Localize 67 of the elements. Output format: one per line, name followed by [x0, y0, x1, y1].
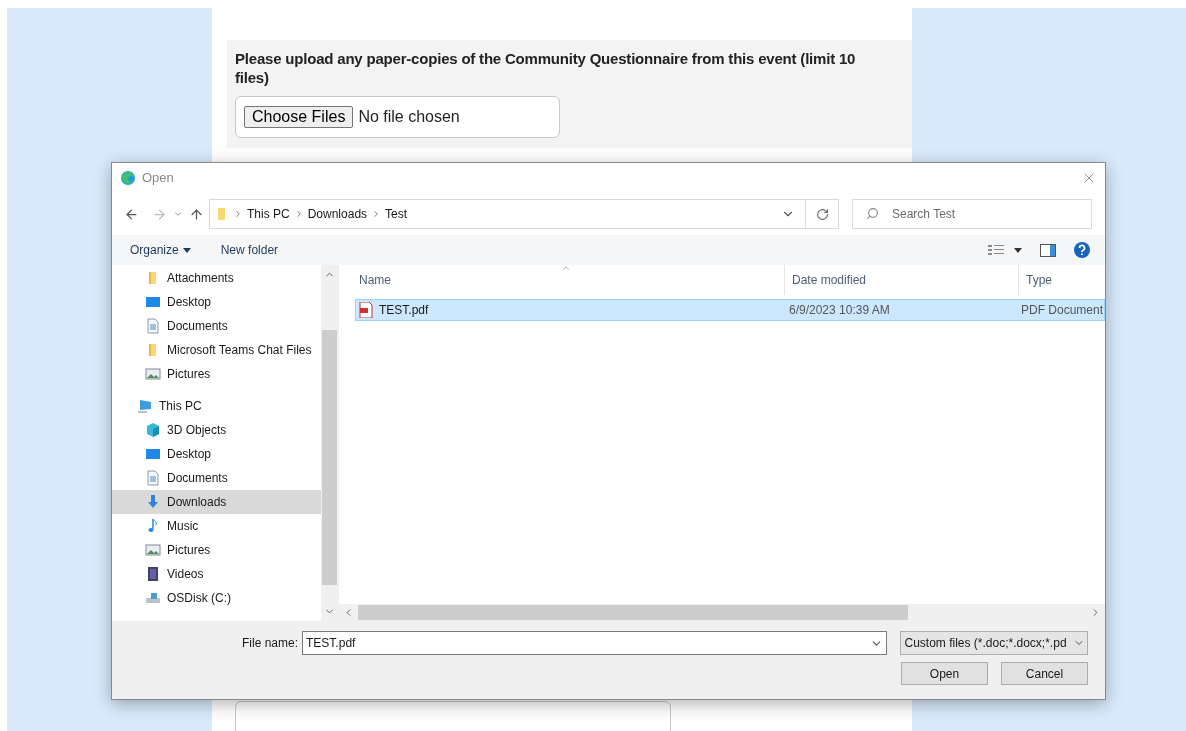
choose-files-button[interactable]: Choose Files [244, 106, 354, 128]
file-name: TEST.pdf [379, 302, 429, 319]
breadcrumb[interactable]: This PC [247, 205, 290, 223]
file-row[interactable]: TEST.pdf 6/9/2023 10:39 AM PDF Document [355, 299, 1105, 321]
question-label: Please upload any paper-copies of the Community Questionnaire from this event (limit 10 files) [235, 49, 857, 87]
file-input[interactable]: Choose Files No file chosen [235, 96, 560, 138]
preview-pane-icon[interactable] [1040, 243, 1056, 257]
help-icon[interactable] [1074, 242, 1090, 258]
text-area[interactable] [235, 701, 671, 731]
organize-menu[interactable]: Organize [130, 241, 191, 259]
picture-icon [145, 542, 161, 558]
refresh-icon[interactable] [815, 207, 829, 221]
nav-item[interactable]: Documents [112, 466, 321, 490]
file-status: No file chosen [358, 107, 460, 127]
nav-item[interactable]: 3D Objects [112, 418, 321, 442]
scrollbar-thumb[interactable] [358, 605, 908, 620]
download-arrow-icon [145, 494, 161, 510]
browser-logo-icon [120, 170, 136, 186]
file-name-label: File name: [242, 635, 299, 652]
desktop-icon [145, 446, 161, 462]
view-options-icon[interactable] [988, 244, 1022, 256]
nav-item[interactable]: Documents [112, 314, 321, 338]
column-header[interactable]: Name [339, 265, 785, 295]
picture-icon [145, 366, 161, 382]
search-icon [866, 207, 879, 220]
recent-locations-icon[interactable] [173, 209, 183, 219]
nav-item[interactable]: Downloads [112, 490, 321, 514]
document-icon [145, 470, 161, 486]
cube-icon [145, 422, 161, 438]
breadcrumb[interactable]: Downloads [307, 205, 368, 223]
file-type: PDF Document [1021, 302, 1104, 319]
forward-icon[interactable] [152, 206, 167, 222]
computer-icon [137, 398, 153, 414]
nav-item[interactable]: Desktop [112, 442, 321, 466]
cancel-button[interactable]: Cancel [1001, 662, 1088, 685]
nav-item[interactable]: Desktop [112, 290, 321, 314]
caret-icon [182, 247, 191, 253]
scrollbar-thumb[interactable] [322, 330, 337, 585]
file-type-dropdown[interactable]: Custom files (*.doc;*.docx;*.pd [900, 631, 1088, 655]
up-icon[interactable] [189, 206, 204, 222]
nav-item[interactable]: Attachments [112, 266, 321, 290]
breadcrumb[interactable]: Test [385, 205, 408, 223]
film-icon [145, 566, 161, 582]
vertical-scrollbar[interactable] [321, 265, 338, 621]
address-bar[interactable]: This PC Downloads Test [209, 199, 839, 229]
open-button[interactable]: Open [901, 662, 988, 685]
pdf-file-icon [359, 302, 373, 318]
drive-icon [145, 590, 161, 606]
nav-item[interactable]: Microsoft Teams Chat Files [112, 338, 321, 362]
new-folder-button[interactable]: New folder [220, 241, 279, 259]
nav-item[interactable]: This PC [112, 394, 321, 418]
search-field[interactable]: Search Test [852, 199, 1092, 229]
nav-item[interactable]: Pictures [112, 362, 321, 386]
breadcrumb-separator-icon [233, 209, 243, 219]
column-header[interactable]: Date modified [785, 265, 1019, 295]
file-name-field[interactable]: TEST.pdf [302, 631, 888, 655]
nav-item[interactable]: Pictures [112, 538, 321, 562]
nav-item[interactable]: Videos [112, 562, 321, 586]
horizontal-scrollbar[interactable] [339, 604, 1105, 621]
desktop-icon [145, 294, 161, 310]
nav-item[interactable]: Music [112, 514, 321, 538]
document-icon [145, 318, 161, 334]
column-header[interactable]: Type [1019, 265, 1105, 295]
file-date: 6/9/2023 10:39 AM [788, 302, 891, 319]
back-icon[interactable] [124, 206, 139, 222]
nav-item[interactable]: OSDisk (C:) [112, 586, 321, 610]
dialog-title: Open [142, 169, 174, 188]
